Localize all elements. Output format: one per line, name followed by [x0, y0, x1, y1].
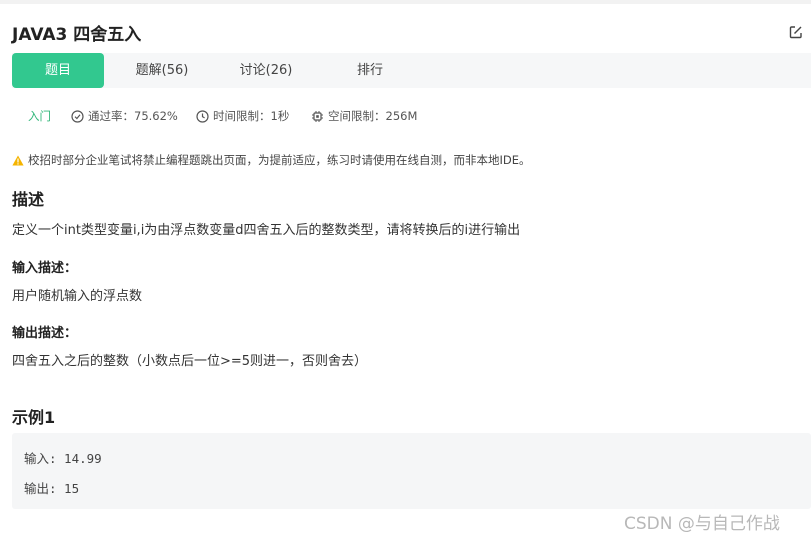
input-description-heading: 输入描述： [12, 261, 78, 276]
notice-banner: 校招时部分企业笔试将禁止编程题跳出页面，为提前适应，练习时请使用在线自测，而非本… [12, 152, 531, 168]
tab-problem[interactable]: 题目 [12, 53, 104, 88]
pass-rate-text: 通过率：75.62% [88, 109, 178, 123]
example-heading: 示例1 [12, 408, 56, 427]
problem-page: JAVA3 四舍五入 题目 题解(56) 讨论(26) 排行 入门 通过率：75… [0, 0, 811, 539]
tab-ranking[interactable]: 排行 [324, 53, 416, 88]
memory-limit: 空间限制：256M [311, 108, 417, 124]
description-text: 定义一个int类型变量i,i为由浮点数变量d四舍五入后的整数类型，请将转换后的i… [12, 223, 521, 238]
tab-discussion[interactable]: 讨论(26) [220, 53, 312, 88]
output-description-text: 四舍五入之后的整数（小数点后一位>=5则进一，否则舍去） [12, 354, 368, 369]
time-limit: 时间限制：1秒 [196, 108, 289, 124]
description-heading: 描述 [12, 190, 45, 209]
output-description-heading: 输出描述： [12, 326, 78, 341]
clock-icon [196, 110, 209, 123]
notice-text: 校招时部分企业笔试将禁止编程题跳出页面，为提前适应，练习时请使用在线自测，而非本… [28, 153, 531, 167]
page-title: JAVA3 四舍五入 [12, 25, 142, 45]
tab-bar: 题目 题解(56) 讨论(26) 排行 [12, 53, 811, 88]
difficulty-badge: 入门 [28, 109, 51, 123]
example-output-line: 输出: 15 [24, 481, 80, 496]
time-limit-text: 时间限制：1秒 [213, 109, 290, 123]
input-description-text: 用户随机输入的浮点数 [12, 289, 143, 304]
watermark: CSDN @与自己作战 [624, 514, 780, 534]
check-circle-icon [71, 110, 84, 123]
chip-icon [312, 111, 323, 122]
top-strip [0, 0, 811, 4]
tab-solutions[interactable]: 题解(56) [116, 53, 208, 88]
example-box: 输入: 14.99 输出: 15 [12, 433, 811, 509]
warning-icon [12, 155, 24, 166]
pass-rate: 通过率：75.62% [71, 108, 178, 124]
example-input-line: 输入: 14.99 [24, 451, 102, 466]
edit-icon[interactable] [788, 24, 804, 40]
memory-limit-text: 空间限制：256M [328, 109, 418, 123]
